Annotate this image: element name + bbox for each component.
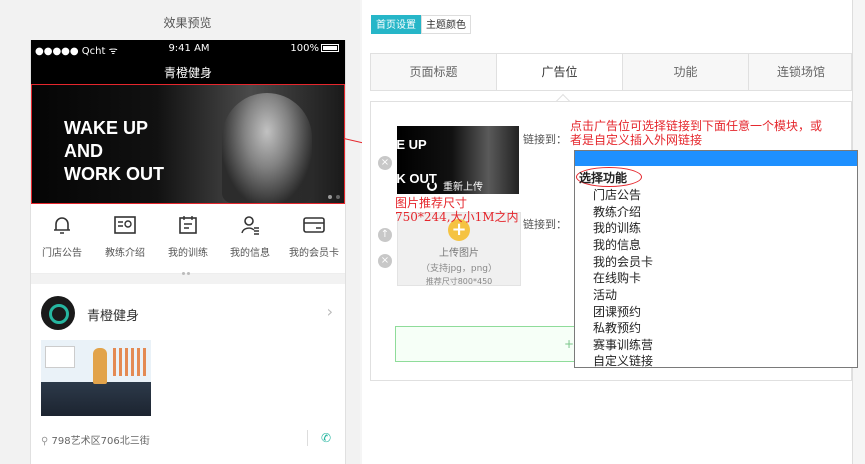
banner-dot bbox=[336, 195, 340, 199]
tab-functions[interactable]: 功能 bbox=[623, 54, 749, 90]
dropdown-option[interactable]: 团课预约 bbox=[593, 303, 641, 320]
dropdown-option[interactable]: 赛事训练营 bbox=[593, 336, 653, 353]
icon-item-coach[interactable]: 教练介绍 bbox=[95, 214, 155, 259]
dropdown-option[interactable]: 我的会员卡 bbox=[593, 253, 653, 270]
phone-icon[interactable]: ✆ bbox=[321, 431, 331, 445]
store-address: ⚲ 798艺术区706北三街 bbox=[41, 432, 150, 447]
upload-format-hint: （支持jpg，png） bbox=[420, 264, 498, 274]
icon-item-training[interactable]: 我的训练 bbox=[158, 214, 218, 259]
icon-label: 我的会员卡 bbox=[289, 248, 339, 259]
dropdown-selected-bar[interactable] bbox=[575, 151, 857, 166]
annotation-link-line2: 者是自定义插入外网链接 bbox=[570, 133, 703, 147]
icon-label: 我的信息 bbox=[230, 248, 270, 259]
dropdown-option[interactable]: 自定义链接 bbox=[593, 352, 653, 369]
ad1-link-label: 链接到： bbox=[523, 133, 567, 146]
upload-label: 上传图片 bbox=[439, 248, 479, 259]
tab-ad-slot[interactable]: 广告位 bbox=[497, 54, 623, 90]
pager-dots bbox=[182, 265, 192, 278]
ad2-link-label: 链接到： bbox=[523, 218, 567, 231]
icon-item-member-card[interactable]: 我的会员卡 bbox=[284, 214, 344, 259]
sub-tabs: 页面标题 广告位 功能 连锁场馆 bbox=[370, 53, 852, 91]
banner-text: WAKE UP AND WORK OUT bbox=[64, 118, 164, 184]
store-card[interactable]: 青橙健身 › ⚲ 798艺术区706北三街 ✆ bbox=[31, 284, 345, 464]
divider bbox=[307, 430, 308, 446]
move-up-icon[interactable]: ↑ bbox=[378, 228, 392, 242]
app-title: 青橙健身 bbox=[31, 58, 345, 84]
preview-title: 效果预览 bbox=[163, 16, 212, 30]
phone-preview: ●●●●● Qcht ᯤ 9:41 AM 100% 青橙健身 WAKE UP A… bbox=[30, 40, 346, 464]
store-address-text: 798艺术区706北三街 bbox=[51, 436, 150, 447]
dropdown-option[interactable]: 活动 bbox=[593, 286, 617, 303]
preview-panel: 效果预览 ●●●●● Qcht ᯤ 9:41 AM 100% 青橙健身 WAKE… bbox=[0, 0, 360, 464]
reupload-button[interactable]: 重新上传 bbox=[427, 178, 483, 193]
tab-page-title[interactable]: 页面标题 bbox=[371, 54, 497, 90]
presenter bbox=[93, 348, 107, 384]
dropdown-option[interactable]: 私教预约 bbox=[593, 319, 641, 336]
annotation-size-line2: 750*244,大小1M之内 bbox=[395, 210, 519, 224]
link-target-dropdown[interactable]: 选择功能 门店公告 教练介绍 我的训练 我的信息 我的会员卡 在线购卡 活动 团… bbox=[574, 150, 858, 368]
remove-icon[interactable]: × bbox=[378, 156, 392, 170]
store-name: 青橙健身 bbox=[87, 309, 140, 324]
icon-item-announcement[interactable]: 门店公告 bbox=[32, 214, 92, 259]
remove-icon[interactable]: × bbox=[378, 254, 392, 268]
icon-label: 我的训练 bbox=[168, 248, 208, 259]
top-tabs: 首页设置 主题颜色 bbox=[371, 15, 471, 34]
refresh-icon bbox=[427, 181, 437, 191]
dropdown-option[interactable]: 我的训练 bbox=[593, 219, 641, 236]
battery-percent: 100% bbox=[290, 43, 319, 54]
function-icons: 门店公告 教练介绍 我的训练 我的信息 我的会员卡 bbox=[31, 204, 345, 275]
location-pin-icon: ⚲ bbox=[41, 436, 49, 447]
upload-size-hint: 推荐尺寸800*450 bbox=[425, 277, 493, 286]
dropdown-option[interactable]: 教练介绍 bbox=[593, 203, 641, 220]
store-logo bbox=[41, 296, 75, 330]
icon-item-info[interactable]: 我的信息 bbox=[220, 214, 280, 259]
dropdown-option[interactable]: 在线购卡 bbox=[593, 269, 641, 286]
ad-banner[interactable]: WAKE UP AND WORK OUT bbox=[31, 84, 345, 204]
dropdown-option[interactable]: 我的信息 bbox=[593, 236, 641, 253]
add-ad-button[interactable]: +实 bbox=[395, 326, 579, 362]
dropdown-header: 选择功能 bbox=[579, 171, 628, 185]
status-bar: ●●●●● Qcht ᯤ 9:41 AM 100% bbox=[31, 40, 345, 58]
dropdown-option[interactable]: 门店公告 bbox=[593, 186, 641, 203]
chevron-right-icon[interactable]: › bbox=[327, 302, 333, 321]
whiteboard bbox=[45, 346, 75, 368]
user-icon bbox=[241, 216, 259, 235]
card-icon bbox=[303, 217, 325, 233]
tab-theme-color[interactable]: 主题颜色 bbox=[421, 15, 471, 34]
battery-icon bbox=[321, 44, 339, 52]
tab-home-settings[interactable]: 首页设置 bbox=[371, 15, 421, 34]
store-photo bbox=[41, 340, 151, 416]
reupload-label: 重新上传 bbox=[443, 182, 483, 193]
battery-status: 100% bbox=[290, 43, 339, 54]
ad1-image[interactable]: KE UP D RK OUT 重新上传 bbox=[397, 126, 519, 194]
id-card-icon bbox=[114, 216, 136, 234]
bell-icon bbox=[54, 217, 70, 234]
tab-chain-venues[interactable]: 连锁场馆 bbox=[749, 54, 853, 90]
icon-label: 教练介绍 bbox=[105, 248, 145, 259]
banner-dot bbox=[328, 195, 332, 199]
banner-athlete-image bbox=[222, 93, 312, 203]
bar-chart-board bbox=[113, 348, 147, 376]
icon-label: 门店公告 bbox=[42, 248, 82, 259]
calendar-icon bbox=[179, 216, 197, 234]
